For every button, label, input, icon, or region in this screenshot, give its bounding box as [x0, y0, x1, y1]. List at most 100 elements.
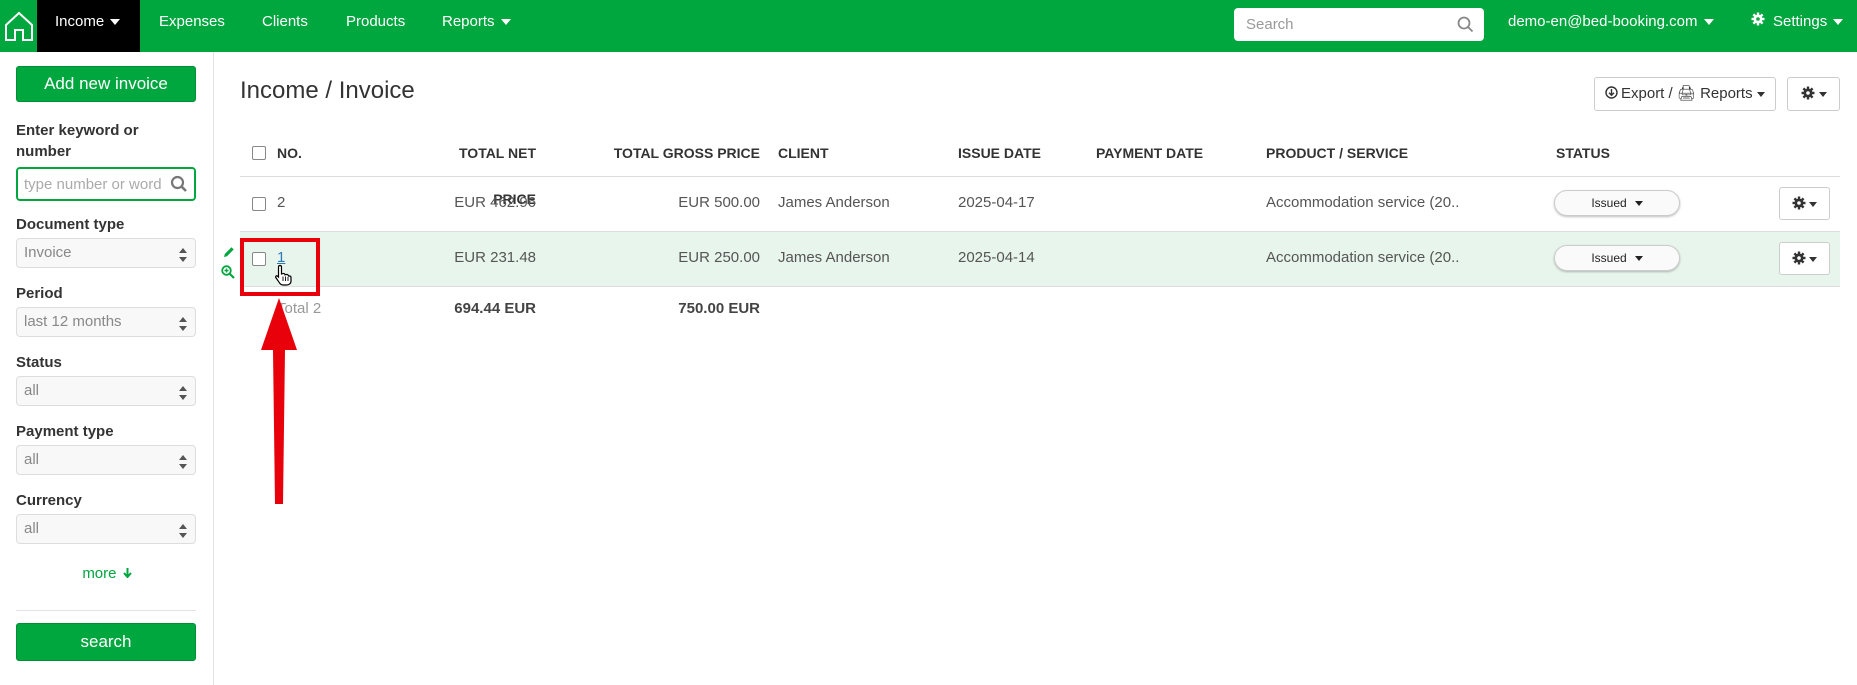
nav-reports-label: Reports [442, 13, 495, 30]
chevron-down-icon [1809, 256, 1817, 262]
col-product[interactable]: PRODUCT / SERVICE [1266, 130, 1408, 176]
gear-icon [1792, 190, 1806, 221]
net-price: EUR 231.48 [454, 249, 536, 266]
client-name: James Anderson [778, 249, 890, 266]
col-payment-date[interactable]: PAYMENT DATE [1096, 130, 1203, 176]
currency-select[interactable]: all [16, 514, 196, 544]
payment-type-select[interactable]: all [16, 445, 196, 475]
col-no[interactable]: NO. [277, 130, 302, 176]
table-row[interactable]: 1 EUR 231.48 EUR 250.00 James Anderson 2… [240, 231, 1840, 286]
search-button[interactable]: search [16, 623, 196, 661]
more-filters-label: more [82, 565, 117, 582]
arrow-down-icon [122, 565, 132, 582]
nav-reports[interactable]: Reports [442, 0, 511, 52]
gear-icon [1792, 245, 1806, 276]
more-filters-link[interactable]: more [0, 565, 214, 582]
settings-label: Settings [1773, 13, 1828, 30]
status-dropdown[interactable]: Issued [1554, 245, 1680, 271]
chevron-down-icon [1756, 91, 1765, 97]
row-actions-button[interactable] [1779, 242, 1830, 275]
chevron-down-icon [1809, 201, 1817, 207]
global-search [1234, 8, 1484, 41]
currency-label: Currency [16, 492, 82, 509]
chevron-down-icon [1818, 91, 1827, 97]
user-email: demo-en@bed-booking.com [1508, 13, 1698, 30]
global-search-input[interactable] [1234, 8, 1444, 41]
totals-row: Total 2 694.44 EUR 750.00 EUR [240, 286, 1840, 326]
gross-price: EUR 500.00 [678, 194, 760, 211]
select-arrows-icon [179, 383, 187, 411]
gear-icon [1801, 80, 1815, 112]
totals-gross: 750.00 EUR [678, 300, 760, 317]
col-status[interactable]: STATUS [1556, 130, 1610, 176]
document-type-select[interactable]: Invoice [16, 238, 196, 268]
hand-cursor-icon [274, 264, 292, 290]
chevron-down-icon [1634, 201, 1643, 207]
chevron-down-icon [110, 19, 121, 26]
select-arrows-icon [179, 245, 187, 273]
client-name: James Anderson [778, 194, 890, 211]
search-icon[interactable] [1457, 16, 1474, 37]
select-arrows-icon [179, 314, 187, 342]
edit-icon[interactable] [223, 245, 235, 262]
nav-income-label: Income [55, 13, 105, 30]
status-label: Status [16, 354, 62, 371]
page-title: Income / Invoice [240, 77, 415, 104]
keyword-field [16, 167, 196, 201]
add-invoice-button[interactable]: Add new invoice [16, 66, 196, 102]
col-client[interactable]: CLIENT [778, 130, 829, 176]
table-row[interactable]: 2 EUR 462.96 EUR 500.00 James Anderson 2… [240, 176, 1840, 231]
payment-type-label: Payment type [16, 423, 114, 440]
status-value: all [24, 382, 40, 399]
user-menu[interactable]: demo-en@bed-booking.com [1508, 0, 1714, 52]
status-dropdown[interactable]: Issued [1554, 190, 1680, 216]
search-icon[interactable] [170, 175, 188, 197]
sidebar-divider [16, 610, 196, 611]
status-select[interactable]: all [16, 376, 196, 406]
row-actions-button[interactable] [1779, 187, 1830, 220]
gross-price: EUR 250.00 [678, 249, 760, 266]
select-all-checkbox[interactable] [252, 146, 266, 160]
export-reports-button[interactable]: Export / 🖨 Reports [1594, 77, 1776, 111]
page-settings-button[interactable] [1787, 77, 1840, 111]
product-service: Accommodation service (20.. [1266, 249, 1460, 266]
keyword-input[interactable] [18, 169, 166, 199]
export-reports-label: Export / 🖨 Reports [1621, 85, 1753, 102]
select-arrows-icon [179, 521, 187, 549]
chevron-down-icon [1833, 19, 1844, 26]
nav-products[interactable]: Products [346, 0, 405, 52]
period-select[interactable]: last 12 months [16, 307, 196, 337]
keyword-label: Enter keyword or number [16, 122, 139, 160]
chevron-down-icon [1634, 256, 1643, 262]
select-arrows-icon [179, 452, 187, 480]
settings-menu[interactable]: Settings [1751, 0, 1844, 52]
period-label: Period [16, 285, 63, 302]
status-label: Issued [1591, 196, 1627, 210]
issue-date: 2025-04-17 [958, 194, 1035, 211]
nav-expenses[interactable]: Expenses [159, 0, 225, 52]
home-icon[interactable] [0, 0, 37, 52]
totals-net: 694.44 EUR [454, 300, 536, 317]
nav-income[interactable]: Income [37, 0, 140, 52]
download-icon [1605, 79, 1618, 111]
nav-clients[interactable]: Clients [262, 0, 308, 52]
payment-type-value: all [24, 451, 40, 468]
status-label: Issued [1591, 251, 1627, 265]
filter-sidebar: Add new invoice Enter keyword or number … [0, 52, 214, 685]
issue-date: 2025-04-14 [958, 249, 1035, 266]
document-type-value: Invoice [24, 244, 72, 261]
top-navbar: Income Expenses Clients Products Reports… [0, 0, 1857, 52]
period-value: last 12 months [24, 313, 122, 330]
product-service: Accommodation service (20.. [1266, 194, 1460, 211]
col-net-price[interactable]: TOTAL NET PRICE [415, 130, 536, 207]
gear-icon [1751, 0, 1765, 44]
annotation-arrow [261, 298, 297, 504]
row-checkbox[interactable] [252, 197, 266, 211]
invoice-number[interactable]: 2 [277, 194, 285, 211]
document-type-label: Document type [16, 216, 125, 233]
chevron-down-icon [1703, 19, 1714, 26]
col-issue-date[interactable]: ISSUE DATE [958, 130, 1041, 176]
col-gross-price[interactable]: TOTAL GROSS PRICE [580, 130, 760, 176]
currency-value: all [24, 520, 40, 537]
preview-zoom-icon[interactable] [221, 265, 235, 283]
